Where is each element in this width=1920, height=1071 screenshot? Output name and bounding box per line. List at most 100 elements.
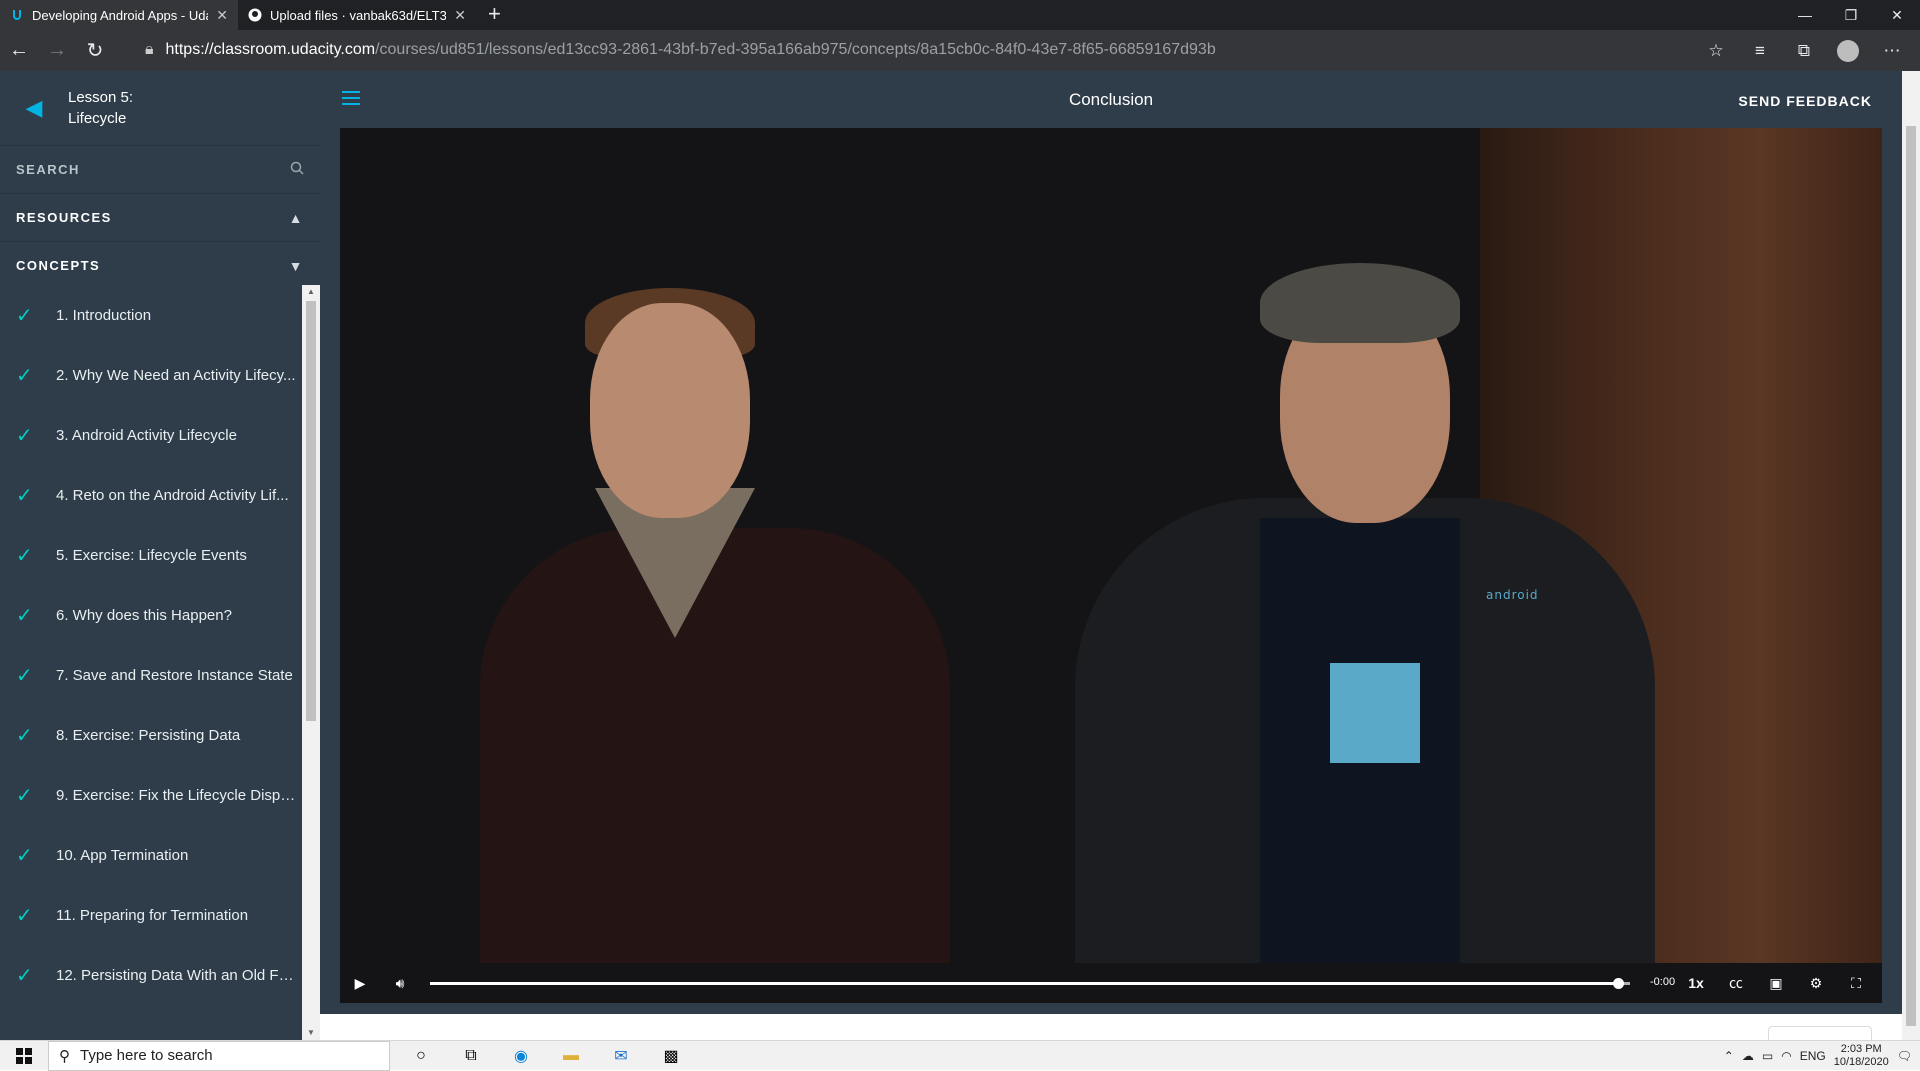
video-container: android ▶ 🔊︎ -0:00 1x ㏄ ▣ ⚙ ⛶: [320, 128, 1902, 1014]
taskbar-search[interactable]: ⚲ Type here to search: [48, 1040, 390, 1071]
checkmark-icon: ✓: [16, 304, 33, 327]
cortana-icon[interactable]: ○: [396, 1047, 446, 1065]
concept-item[interactable]: ✓ 12. Persisting Data With an Old Fri...: [0, 945, 302, 1005]
taskbar-search-placeholder: Type here to search: [80, 1047, 213, 1064]
concepts-toggle[interactable]: CONCEPTS ▼: [0, 242, 320, 290]
browser-tab-bar: Developing Android Apps - Uda ✕ Upload f…: [0, 0, 1920, 30]
volume-icon[interactable]: 🔊︎: [380, 975, 420, 992]
browser-tab-github[interactable]: Upload files · vanbak63d/ELT309 ✕: [238, 0, 476, 30]
fullscreen-icon[interactable]: ⛶: [1836, 975, 1876, 992]
picture-in-picture-icon[interactable]: ▣: [1756, 975, 1796, 992]
concept-label: 4. Reto on the Android Activity Lif...: [56, 486, 289, 504]
concept-label: 8. Exercise: Persisting Data: [56, 726, 241, 744]
video-right-controls: 1x ㏄ ▣ ⚙ ⛶: [1676, 963, 1876, 1003]
lesson-title: Lesson 5: Lifecycle: [68, 87, 133, 129]
concept-item[interactable]: ✓ 6. Why does this Happen?: [0, 585, 302, 645]
edge-icon[interactable]: ◉: [496, 1046, 546, 1066]
url-path: /courses/ud851/lessons/ed13cc93-2861-43b…: [375, 41, 1216, 58]
page-below-video: [320, 1014, 1902, 1040]
concept-label: 5. Exercise: Lifecycle Events: [56, 546, 247, 564]
close-tab-icon[interactable]: ✕: [454, 7, 466, 24]
send-feedback-button[interactable]: SEND FEEDBACK: [1738, 93, 1872, 109]
star-icon[interactable]: ☆: [1696, 41, 1736, 61]
checkmark-icon: ✓: [16, 724, 33, 747]
resources-toggle[interactable]: RESOURCES ▲: [0, 194, 320, 242]
notifications-icon[interactable]: 🗨︎: [1897, 1049, 1912, 1063]
lock-icon: 🔒︎: [145, 41, 154, 58]
speed-button[interactable]: 1x: [1676, 975, 1716, 991]
wifi-icon[interactable]: ◠: [1781, 1049, 1791, 1063]
checkmark-icon: ✓: [16, 484, 33, 507]
github-icon: [248, 8, 262, 22]
file-explorer-icon[interactable]: ▬: [546, 1047, 596, 1065]
mail-icon[interactable]: ✉: [596, 1046, 646, 1066]
page-scrollbar-thumb[interactable]: [1906, 126, 1916, 1026]
scrollbar-thumb[interactable]: [306, 301, 316, 721]
new-tab-button[interactable]: +: [476, 0, 513, 30]
concept-item[interactable]: ✓ 11. Preparing for Termination: [0, 885, 302, 945]
concept-item[interactable]: ✓ 8. Exercise: Persisting Data: [0, 705, 302, 765]
resources-label: RESOURCES: [16, 210, 112, 225]
back-triangle-icon[interactable]: ◀: [0, 95, 68, 121]
captions-icon[interactable]: ㏄: [1716, 973, 1756, 993]
favorites-icon[interactable]: ≡: [1740, 41, 1780, 61]
concept-item[interactable]: ✓ 5. Exercise: Lifecycle Events: [0, 525, 302, 585]
progress-knob[interactable]: [1613, 978, 1624, 989]
more-menu-icon[interactable]: ⋯: [1872, 41, 1912, 61]
task-view-icon[interactable]: ⧉: [446, 1047, 496, 1065]
battery-icon[interactable]: ▭: [1762, 1049, 1773, 1063]
concept-label: 1. Introduction: [56, 306, 152, 324]
concept-item[interactable]: ✓ 1. Introduction: [0, 285, 302, 345]
settings-gear-icon[interactable]: ⚙: [1796, 975, 1836, 992]
udacity-classroom: ◀ Lesson 5: Lifecycle SEARCH RESOURCES ▲…: [0, 71, 1920, 1040]
concept-label: 11. Preparing for Termination: [56, 906, 249, 924]
network-icon[interactable]: ☁︎: [1742, 1049, 1754, 1063]
taskbar-apps: ○ ⧉ ◉ ▬ ✉ ▩: [396, 1041, 696, 1071]
minimize-icon[interactable]: —: [1782, 0, 1828, 30]
restore-icon[interactable]: ❐: [1828, 0, 1874, 30]
play-icon[interactable]: ▶: [340, 975, 380, 992]
close-tab-icon[interactable]: ✕: [216, 7, 228, 24]
concept-item[interactable]: ✓ 7. Save and Restore Instance State: [0, 645, 302, 705]
sidebar-search[interactable]: SEARCH: [0, 146, 320, 194]
video-controls: ▶ 🔊︎ -0:00 1x ㏄ ▣ ⚙ ⛶: [340, 963, 1882, 1003]
close-window-icon[interactable]: ✕: [1874, 0, 1920, 30]
concept-item[interactable]: ✓ 10. App Termination: [0, 825, 302, 885]
clock-date: 10/18/2020: [1833, 1056, 1889, 1068]
concept-item[interactable]: ✓ 3. Android Activity Lifecycle: [0, 405, 302, 465]
presenter-left-head: [590, 303, 750, 518]
scroll-down-icon[interactable]: ▼: [302, 1026, 320, 1040]
browser-tab-udacity[interactable]: Developing Android Apps - Uda ✕: [0, 0, 238, 30]
chevron-up-icon[interactable]: ⌃: [1724, 1049, 1734, 1063]
collections-icon[interactable]: ⧉: [1784, 41, 1824, 61]
concept-item[interactable]: ✓ 2. Why We Need an Activity Lifecy...: [0, 345, 302, 405]
page-scrollbar[interactable]: [1902, 71, 1920, 1040]
progress-fill: [430, 982, 1618, 985]
reload-icon[interactable]: ↻: [76, 33, 114, 69]
back-arrow-icon[interactable]: ←: [0, 33, 38, 69]
url-field[interactable]: 🔒︎ https://classroom.udacity.com /course…: [145, 34, 1755, 66]
sidebar-scrollbar[interactable]: ▲ ▼: [302, 285, 320, 1040]
profile-avatar[interactable]: [1828, 39, 1868, 62]
page-header: Conclusion SEND FEEDBACK: [320, 71, 1902, 128]
search-icon[interactable]: [290, 161, 304, 178]
content-tab[interactable]: [1768, 1026, 1872, 1040]
triangle-up-icon: ▲: [288, 209, 304, 226]
lesson-header[interactable]: ◀ Lesson 5: Lifecycle: [0, 71, 320, 146]
scroll-up-icon[interactable]: ▲: [302, 285, 320, 299]
checkmark-icon: ✓: [16, 964, 33, 987]
clock[interactable]: 2:03 PM 10/18/2020: [1834, 1043, 1889, 1069]
concept-item[interactable]: ✓ 4. Reto on the Android Activity Lif...: [0, 465, 302, 525]
checkmark-icon: ✓: [16, 784, 33, 807]
video-player[interactable]: android: [340, 128, 1882, 963]
windows-start-icon[interactable]: [0, 1041, 48, 1071]
concept-item[interactable]: ✓ 9. Exercise: Fix the Lifecycle Display: [0, 765, 302, 825]
progress-bar[interactable]: [430, 978, 1630, 989]
presenter-left: [480, 528, 950, 963]
concepts-label: CONCEPTS: [16, 258, 101, 273]
language-indicator[interactable]: ENG: [1800, 1049, 1826, 1063]
window-controls: — ❐ ✕: [1782, 0, 1920, 30]
concept-label: 7. Save and Restore Instance State: [56, 666, 293, 684]
forward-arrow-icon[interactable]: →: [38, 33, 76, 69]
notion-icon[interactable]: ▩: [646, 1046, 696, 1066]
